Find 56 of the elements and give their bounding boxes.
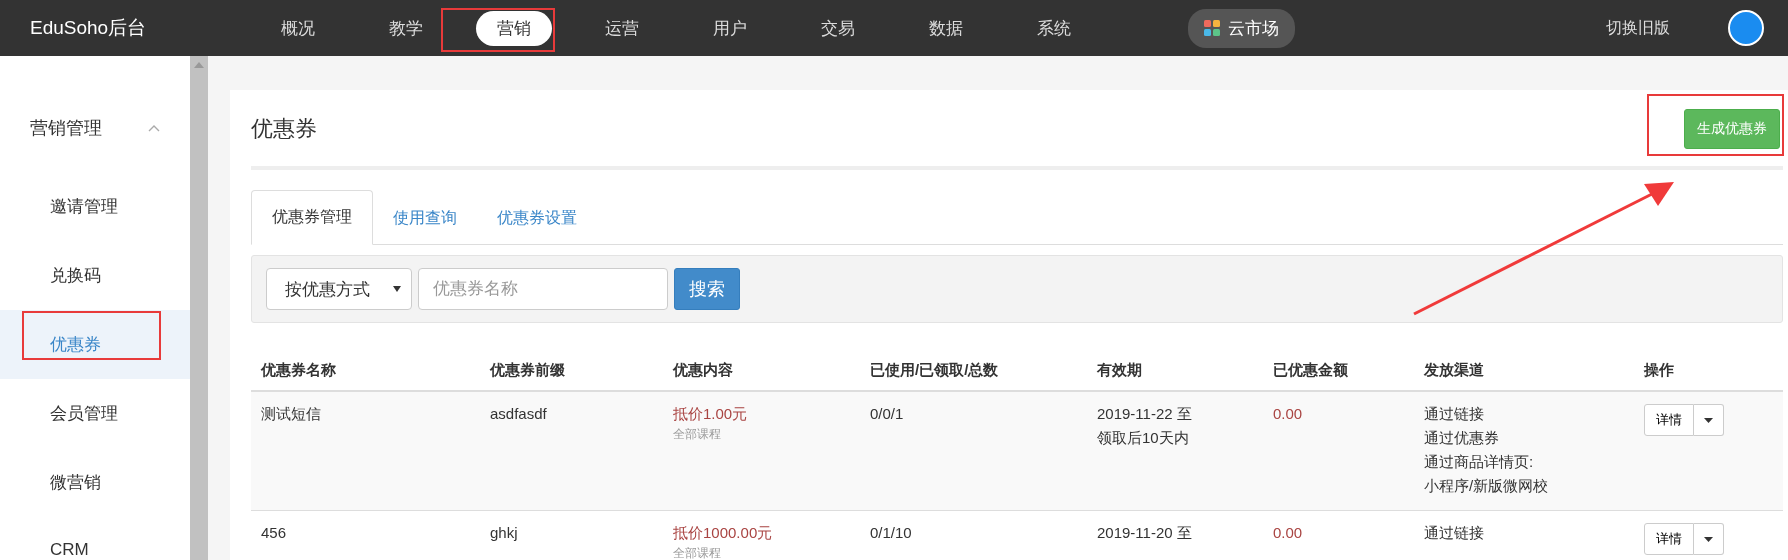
scrollbar[interactable]	[190, 56, 208, 560]
nav-item[interactable]: 教学	[368, 10, 444, 46]
validity-text: 2019-11-20 至	[1097, 523, 1193, 543]
page-title: 优惠券	[251, 115, 317, 143]
tab[interactable]: 优惠券设置	[477, 192, 597, 245]
nav-item[interactable]: 营销	[476, 10, 552, 46]
table-cell: ghkj	[490, 524, 518, 541]
scope-text: 全部课程	[673, 426, 722, 442]
channel-text: 通过链接	[1424, 404, 1485, 424]
caret-icon	[1704, 417, 1713, 423]
discount-amount: 0.00	[1273, 405, 1303, 422]
table-cell: 0/0/1	[870, 405, 904, 422]
marketplace-button[interactable]: 云市场	[1188, 8, 1295, 48]
validity-text: 领取后10天内	[1097, 428, 1190, 448]
details-button[interactable]: 详情	[1644, 404, 1694, 436]
sidebar-item[interactable]: 微营销	[0, 448, 190, 517]
table-cell: 0/1/10	[870, 524, 912, 541]
dropdown-toggle[interactable]	[1694, 404, 1724, 436]
app-grid-icon	[1204, 20, 1220, 36]
nav-item[interactable]: 系统	[1016, 10, 1092, 46]
discount-type-select[interactable]: 按优惠方式	[266, 268, 412, 310]
nav-item[interactable]: 交易	[800, 10, 876, 46]
search-button[interactable]: 搜索	[674, 268, 740, 310]
tab[interactable]: 使用查询	[373, 192, 477, 245]
channel-text: 通过商品详情页:	[1424, 452, 1535, 472]
brand-title: EduSoho后台	[30, 16, 148, 40]
sidebar-item[interactable]: 会员管理	[0, 379, 190, 448]
chevron-icon	[148, 124, 160, 132]
table-cell: 测试短信	[261, 405, 321, 422]
switch-version-link[interactable]: 切换旧版	[1606, 17, 1670, 39]
channel-text: 小程序/新版微网校	[1424, 476, 1550, 496]
validity-text: 2019-11-22 至	[1097, 404, 1193, 424]
nav-item[interactable]: 运营	[584, 10, 660, 46]
nav-item[interactable]: 数据	[908, 10, 984, 46]
sidebar-item[interactable]: 优惠券	[0, 310, 190, 379]
table-cell: 456	[261, 524, 287, 541]
caret-icon	[1704, 536, 1713, 542]
sidebar-item[interactable]: 兑换码	[0, 241, 190, 310]
discount-content: 抵价1000.00元	[673, 523, 774, 543]
dropdown-toggle[interactable]	[1694, 523, 1724, 555]
scope-text: 全部课程	[673, 545, 722, 560]
nav-item[interactable]: 用户	[692, 10, 768, 46]
avatar-icon[interactable]	[1728, 10, 1764, 46]
nav-item[interactable]: 概况	[260, 10, 336, 46]
channel-text: 通过链接	[1424, 523, 1485, 543]
sidebar-item[interactable]: CRM	[0, 517, 190, 560]
channel-text: 通过优惠券	[1424, 428, 1500, 448]
table-cell: asdfasdf	[490, 405, 547, 422]
sidebar-item[interactable]: 邀请管理	[0, 172, 190, 241]
details-button[interactable]: 详情	[1644, 523, 1694, 555]
coupon-name-field[interactable]: 优惠券名称	[418, 268, 668, 310]
tab[interactable]: 优惠券管理	[251, 190, 373, 245]
discount-content: 抵价1.00元	[673, 404, 749, 424]
discount-amount: 0.00	[1273, 524, 1303, 541]
sidebar-group[interactable]: 营销管理	[0, 96, 190, 160]
caret-icon	[393, 286, 401, 292]
